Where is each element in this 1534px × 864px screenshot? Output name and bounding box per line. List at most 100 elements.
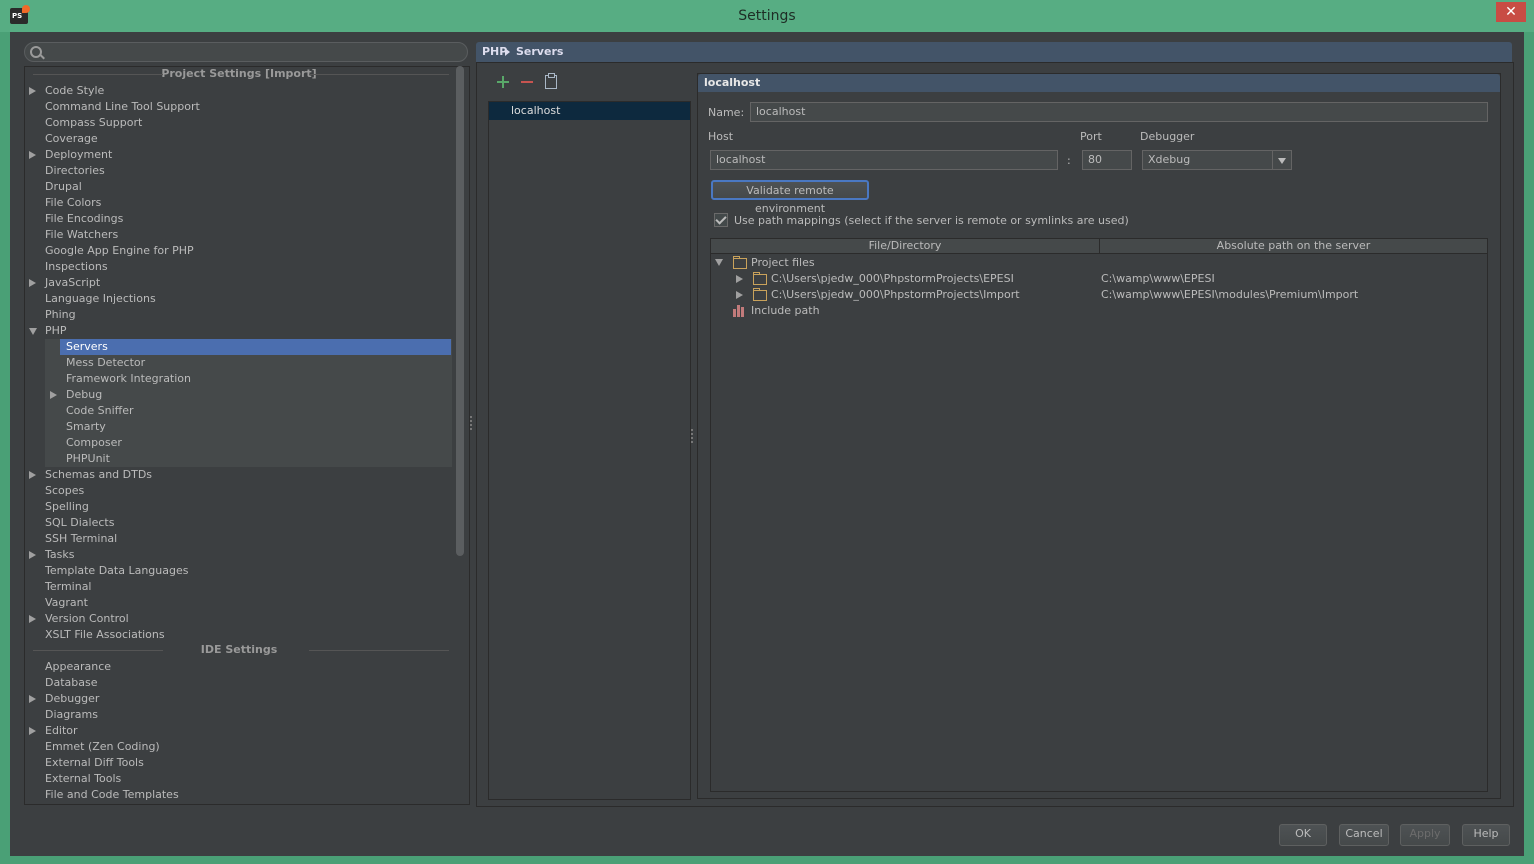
tree-item-external-tools[interactable]: External Tools <box>25 771 453 787</box>
validate-remote-environment-button[interactable]: Validate remote environment <box>711 180 869 215</box>
settings-search-input[interactable] <box>47 44 461 60</box>
tree-item-servers[interactable]: Servers <box>60 339 451 355</box>
close-window-button[interactable]: ✕ <box>1496 2 1526 22</box>
name-field[interactable]: localhost <box>750 102 1488 122</box>
tree-item-label: SSH Terminal <box>45 532 118 545</box>
copy-server-icon[interactable] <box>545 73 557 89</box>
tree-item-spelling[interactable]: Spelling <box>25 499 453 515</box>
cancel-button[interactable]: Cancel <box>1339 824 1389 846</box>
tree-item-label: External Diff Tools <box>45 756 144 769</box>
chevron-down-icon[interactable] <box>1272 151 1291 169</box>
tree-item-deployment[interactable]: Deployment <box>25 147 453 163</box>
tree-item-appearance[interactable]: Appearance <box>25 659 453 675</box>
tree-item-label: Coverage <box>45 132 98 145</box>
collapse-arrow-icon[interactable] <box>29 695 36 703</box>
tree-item-phpunit[interactable]: PHPUnit <box>60 451 451 467</box>
collapse-arrow-icon[interactable] <box>29 151 36 159</box>
expand-arrow-icon[interactable] <box>29 328 37 335</box>
tree-item-file-colors[interactable]: File Colors <box>25 195 453 211</box>
include-path-row[interactable]: Include path <box>711 303 1487 319</box>
tree-item-label: Drupal <box>45 180 82 193</box>
host-port-separator: : <box>1067 154 1071 167</box>
tree-item-template-data-languages[interactable]: Template Data Languages <box>25 563 453 579</box>
tree-item-debug[interactable]: Debug <box>50 387 451 403</box>
apply-button[interactable]: Apply <box>1400 824 1450 846</box>
tree-item-xslt-file-associations[interactable]: XSLT File Associations <box>25 627 453 643</box>
collapse-arrow-icon[interactable] <box>29 727 36 735</box>
tree-item-javascript[interactable]: JavaScript <box>25 275 453 291</box>
tree-item-composer[interactable]: Composer <box>60 435 451 451</box>
tree-item-vagrant[interactable]: Vagrant <box>25 595 453 611</box>
tree-scrollbar[interactable] <box>456 66 464 556</box>
collapse-arrow-icon[interactable] <box>29 615 36 623</box>
tree-item-label: Database <box>45 676 98 689</box>
tree-item-emmet-zen-coding[interactable]: Emmet (Zen Coding) <box>25 739 453 755</box>
debugger-select[interactable]: Xdebug <box>1142 150 1292 170</box>
tree-item-file-watchers[interactable]: File Watchers <box>25 227 453 243</box>
tree-item-external-diff-tools[interactable]: External Diff Tools <box>25 755 453 771</box>
tree-item-framework-integration[interactable]: Framework Integration <box>60 371 451 387</box>
tree-item-schemas-and-dtds[interactable]: Schemas and DTDs <box>25 467 453 483</box>
collapse-arrow-icon[interactable] <box>50 391 57 399</box>
server-item-localhost[interactable]: localhost <box>489 102 690 120</box>
tree-item-directories[interactable]: Directories <box>25 163 453 179</box>
mapping-row[interactable]: C:\Users\pjedw_000\PhpstormProjects\Impo… <box>711 287 1487 303</box>
port-field[interactable]: 80 <box>1082 150 1132 170</box>
col-header-absolute-path[interactable]: Absolute path on the server <box>1100 239 1487 254</box>
tree-item-file-and-code-templates[interactable]: File and Code Templates <box>25 787 453 803</box>
expand-arrow-icon[interactable] <box>715 259 723 266</box>
tree-item-drupal[interactable]: Drupal <box>25 179 453 195</box>
tree-item-ssh-terminal[interactable]: SSH Terminal <box>25 531 453 547</box>
tree-item-file-encodings[interactable]: File Encodings <box>25 211 453 227</box>
host-field[interactable]: localhost <box>710 150 1058 170</box>
tree-item-label: Version Control <box>45 612 129 625</box>
tree-item-label: Spelling <box>45 500 89 513</box>
inner-splitter-handle[interactable] <box>691 429 695 443</box>
collapse-arrow-icon[interactable] <box>29 279 36 287</box>
tree-item-mess-detector[interactable]: Mess Detector <box>60 355 451 371</box>
tree-item-label: Command Line Tool Support <box>45 100 200 113</box>
left-splitter-handle[interactable] <box>470 416 474 430</box>
tree-item-tasks[interactable]: Tasks <box>25 547 453 563</box>
tree-item-label: Emmet (Zen Coding) <box>45 740 160 753</box>
tree-item-code-style[interactable]: Code Style <box>25 83 453 99</box>
mapping-remote-path[interactable]: C:\wamp\www\EPESI\modules\Premium\Import <box>1101 287 1358 303</box>
tree-item-label: Directories <box>45 164 105 177</box>
tree-item-smarty[interactable]: Smarty <box>60 419 451 435</box>
tree-item-google-app-engine-for-php[interactable]: Google App Engine for PHP <box>25 243 453 259</box>
col-header-file-directory[interactable]: File/Directory <box>711 239 1100 254</box>
detail-title-text: localhost <box>704 76 761 89</box>
tree-item-language-injections[interactable]: Language Injections <box>25 291 453 307</box>
tree-item-command-line-tool-support[interactable]: Command Line Tool Support <box>25 99 453 115</box>
tree-item-php[interactable]: PHP <box>25 323 453 339</box>
collapse-arrow-icon[interactable] <box>29 471 36 479</box>
collapse-arrow-icon[interactable] <box>736 291 743 299</box>
mapping-remote-path[interactable]: C:\wamp\www\EPESI <box>1101 271 1215 287</box>
ok-button[interactable]: OK <box>1279 824 1327 846</box>
project-files-row[interactable]: Project files <box>711 255 1487 271</box>
tree-item-coverage[interactable]: Coverage <box>25 131 453 147</box>
collapse-arrow-icon[interactable] <box>29 87 36 95</box>
tree-item-database[interactable]: Database <box>25 675 453 691</box>
help-button[interactable]: Help <box>1462 824 1510 846</box>
settings-search-box[interactable] <box>24 42 468 62</box>
tree-item-code-sniffer[interactable]: Code Sniffer <box>60 403 451 419</box>
tree-item-diagrams[interactable]: Diagrams <box>25 707 453 723</box>
add-server-icon[interactable] <box>497 76 509 88</box>
tree-item-scopes[interactable]: Scopes <box>25 483 453 499</box>
mapping-row[interactable]: C:\Users\pjedw_000\PhpstormProjects\EPES… <box>711 271 1487 287</box>
tree-item-sql-dialects[interactable]: SQL Dialects <box>25 515 453 531</box>
settings-tree: Project Settings [Import] Code Style Comma… <box>24 66 470 805</box>
tree-item-compass-support[interactable]: Compass Support <box>25 115 453 131</box>
tree-item-version-control[interactable]: Version Control <box>25 611 453 627</box>
remove-server-icon[interactable] <box>521 81 533 83</box>
tree-item-editor[interactable]: Editor <box>25 723 453 739</box>
tree-item-terminal[interactable]: Terminal <box>25 579 453 595</box>
collapse-arrow-icon[interactable] <box>736 275 743 283</box>
tree-item-phing[interactable]: Phing <box>25 307 453 323</box>
collapse-arrow-icon[interactable] <box>29 551 36 559</box>
use-path-mappings-checkbox[interactable] <box>714 213 728 227</box>
tree-item-inspections[interactable]: Inspections <box>25 259 453 275</box>
tree-item-debugger[interactable]: Debugger <box>25 691 453 707</box>
tree-item-label: Code Sniffer <box>66 404 134 417</box>
